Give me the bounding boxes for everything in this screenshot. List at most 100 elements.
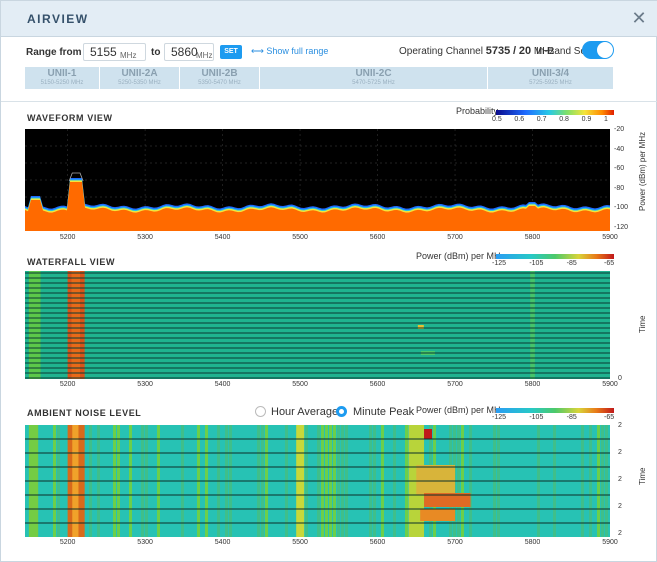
scale-tick-label: 0.5 <box>492 116 502 123</box>
band-range: 5150-5250 MHz <box>40 80 84 86</box>
x-tick-label: 5700 <box>447 381 463 388</box>
scale-tick-label: -105 <box>529 414 544 421</box>
y-tick-label: -40 <box>614 145 625 153</box>
signal-band <box>424 429 433 439</box>
scale-tick-label: 0.7 <box>536 116 547 123</box>
x-tick-label: 5500 <box>292 381 308 388</box>
x-tick-label: 5800 <box>524 381 541 388</box>
x-tick-label: 5300 <box>137 539 153 546</box>
show-full-range-link[interactable]: ⟷ Show full range <box>251 46 328 57</box>
x-tick-label: 5800 <box>524 234 541 241</box>
minute-peak-label: Minute Peak <box>353 406 415 418</box>
x-tick-label: 5500 <box>292 539 308 546</box>
waveform-svg <box>25 129 610 231</box>
range-to-unit: MHz <box>196 51 213 60</box>
scale-tick-label: -125 <box>492 260 507 267</box>
band-name: UNII-2A <box>121 68 158 79</box>
waveform-title: WAVEFORM VIEW <box>27 113 113 123</box>
ambient-plot <box>25 425 610 537</box>
scale-tick-label: 0.6 <box>514 116 525 123</box>
band-range: 5250-5350 MHz <box>118 80 161 86</box>
ambient-y-label: Time <box>638 467 647 485</box>
scale-tick-label: -85 <box>566 414 577 421</box>
band-unii2b: UNII-2B 5350-5470 MHz <box>180 67 260 89</box>
x-tick-label: 5900 <box>602 381 618 388</box>
section-divider <box>1 101 657 102</box>
y-tick-label: -100 <box>614 204 629 211</box>
band-strip: UNII-1 5150-5250 MHz UNII-2A 5250-5350 MHz U… <box>25 67 614 89</box>
title-bar: AIRVIEW ✕ <box>1 1 657 37</box>
signal-band <box>420 509 456 521</box>
y-tick-label: 2 <box>618 530 622 537</box>
range-to-value: 5860 <box>171 45 198 59</box>
in-band-scan-toggle[interactable] <box>582 41 614 59</box>
operating-channel-sep: / <box>513 45 517 57</box>
x-tick-label: 5600 <box>369 381 386 388</box>
y-tick-label: 2 <box>618 449 622 456</box>
scale-tick-label: -125 <box>492 414 507 421</box>
band-name: UNII-2B <box>201 68 238 79</box>
waterfall-y-label: Time <box>638 315 647 333</box>
y-tick-label: 2 <box>618 476 622 483</box>
range-from-value: 5155 <box>90 45 117 59</box>
ambient-power-scale <box>496 408 614 413</box>
close-icon[interactable]: ✕ <box>628 7 650 29</box>
scale-tick-label: -85 <box>566 260 577 267</box>
x-tick-label: 5300 <box>137 381 153 388</box>
band-unii1: UNII-1 5150-5250 MHz <box>25 67 100 89</box>
x-tick-label: 5400 <box>214 539 231 546</box>
waterfall-title: WATERFALL VIEW <box>27 257 116 267</box>
scale-tick-label: -105 <box>529 260 544 267</box>
toggle-knob <box>597 42 613 58</box>
x-tick-label: 5600 <box>369 234 386 241</box>
x-tick-label: 5700 <box>447 234 463 241</box>
probability-label: Probability <box>456 106 499 116</box>
operating-channel-width: 20 <box>518 45 532 57</box>
airview-window: AIRVIEW ✕ Range from 5155 MHz to 5860 MH… <box>0 0 657 562</box>
x-tick-label: 5400 <box>214 381 231 388</box>
band-unii2c: UNII-2C 5470-5725 MHz <box>260 67 488 89</box>
waterfall-power-scale <box>496 254 614 259</box>
y-tick-label: 2 <box>618 422 622 429</box>
scale-tick-label: 0.8 <box>559 116 569 123</box>
x-tick-label: 5400 <box>214 234 231 241</box>
waterfall-svg <box>25 271 610 379</box>
hour-average-radio[interactable] <box>255 406 266 417</box>
minute-peak-radio[interactable] <box>336 406 347 417</box>
band-unii2a: UNII-2A 5250-5350 MHz <box>100 67 180 89</box>
scale-tick-label: 1 <box>604 116 608 123</box>
x-tick-label: 5200 <box>59 234 76 241</box>
window-title: AIRVIEW <box>27 12 89 26</box>
x-tick-label: 5500 <box>292 234 308 241</box>
x-tick-label: 5700 <box>447 539 463 546</box>
ambient-title: AMBIENT NOISE LEVEL <box>27 408 142 418</box>
set-range-button[interactable]: SET <box>220 45 242 59</box>
range-to-input[interactable]: 5860 MHz <box>164 43 214 61</box>
scale-tick-label: -65 <box>604 414 615 421</box>
range-to-label: to <box>151 47 161 58</box>
ambient-svg <box>25 425 610 537</box>
x-tick-label: 5600 <box>369 539 386 546</box>
hour-average-label: Hour Average <box>271 406 339 418</box>
y-tick-label: 2 <box>618 503 622 510</box>
range-from-label: Range from <box>26 47 82 58</box>
waveform-plot <box>25 129 610 231</box>
band-range: 5470-5725 MHz <box>352 80 395 86</box>
band-range: 5725-5925 MHz <box>529 80 572 86</box>
range-from-input[interactable]: 5155 MHz <box>83 43 146 61</box>
scale-tick-label: 0.9 <box>581 116 592 123</box>
scale-tick-label: -65 <box>604 260 615 267</box>
x-tick-label: 5900 <box>602 539 618 546</box>
y-tick-label: -60 <box>614 165 625 172</box>
band-name: UNII-1 <box>47 68 77 79</box>
band-name: UNII-2C <box>355 68 392 79</box>
range-from-unit: MHz <box>120 51 137 60</box>
y-tick-label: -20 <box>614 126 625 133</box>
y-tick-label: -80 <box>614 184 625 192</box>
operating-channel-freq: 5735 <box>485 45 511 57</box>
band-unii34: UNII-3/4 5725-5925 MHz <box>488 67 614 89</box>
signal-band <box>416 465 456 495</box>
operating-channel-label: Operating Channel <box>399 46 483 57</box>
x-tick-label: 5800 <box>524 539 541 546</box>
operating-channel: Operating Channel 5735 / 20 MHz <box>399 45 554 57</box>
